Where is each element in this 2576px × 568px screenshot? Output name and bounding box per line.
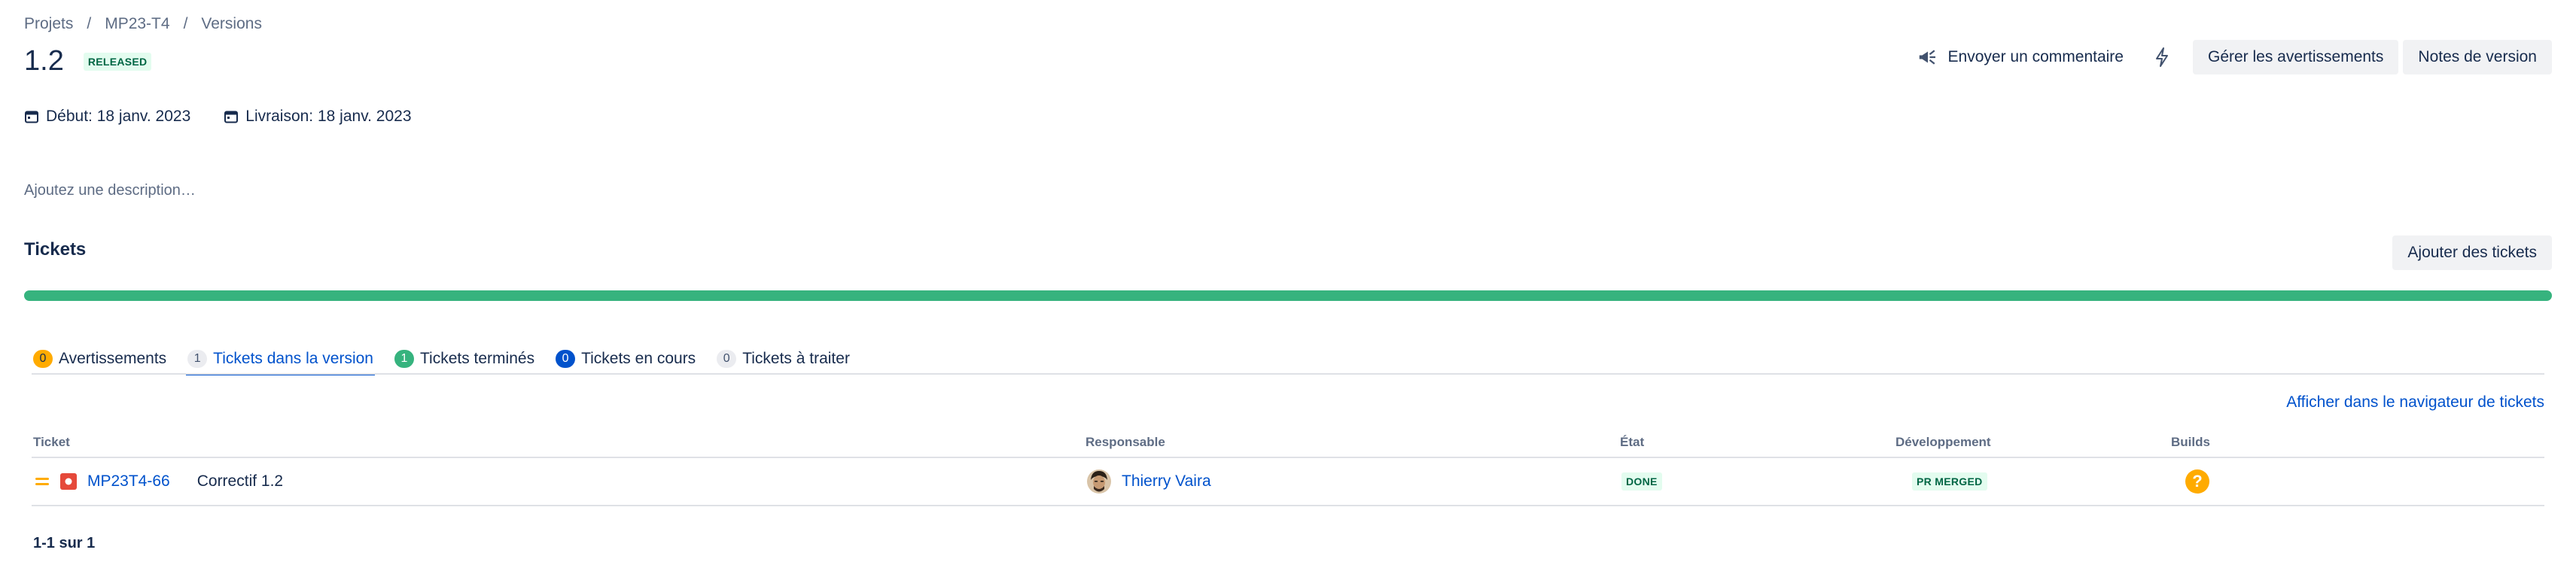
release-date-label: Livraison: 18 janv. 2023	[245, 108, 412, 125]
tabs-divider	[32, 373, 2544, 375]
tickets-heading: Tickets	[24, 239, 87, 260]
ticket-key-link[interactable]: MP23T4-66	[87, 472, 170, 491]
manage-warnings-button[interactable]: Gérer les avertissements	[2192, 40, 2399, 74]
issue-navigator-link[interactable]: Afficher dans le navigateur de tickets	[2286, 393, 2544, 412]
table-row: MP23T4-66 Correctif 1.2	[35, 459, 283, 504]
start-date-label: Début: 18 janv. 2023	[46, 108, 191, 125]
medium-priority-icon	[35, 478, 49, 485]
tab-label: Tickets dans la version	[213, 350, 373, 367]
status-cell: DONE	[1621, 459, 1662, 504]
tab-done-tickets[interactable]: 1 Tickets terminés	[393, 342, 536, 375]
lightning-icon	[2155, 47, 2168, 67]
release-notes-button[interactable]: Notes de version	[2403, 40, 2552, 74]
breadcrumb-versions[interactable]: Versions	[201, 15, 262, 33]
tab-in-progress-tickets[interactable]: 0 Tickets en cours	[554, 342, 697, 375]
breadcrumb-projects[interactable]: Projets	[24, 15, 73, 33]
column-header-ticket[interactable]: Ticket	[33, 435, 70, 450]
version-header: 1.2 RELEASED	[24, 45, 152, 77]
feedback-button[interactable]: Envoyer un commentaire	[1917, 46, 2124, 68]
tab-todo-tickets[interactable]: 0 Tickets à traiter	[715, 342, 851, 375]
add-tickets-button[interactable]: Ajouter des tickets	[2392, 235, 2552, 270]
tab-count: 1	[187, 350, 208, 368]
page-title: 1.2	[24, 45, 64, 77]
column-header-status[interactable]: État	[1620, 435, 1644, 450]
release-date[interactable]: Livraison: 18 janv. 2023	[224, 108, 412, 126]
calendar-icon	[224, 111, 239, 123]
description-field[interactable]: Ajoutez une description…	[24, 182, 196, 199]
tab-count: 0	[33, 350, 53, 368]
breadcrumb: Projets / MP23-T4 / Versions	[24, 15, 262, 33]
column-header-builds[interactable]: Builds	[2171, 435, 2210, 450]
tab-count: 1	[394, 350, 414, 368]
start-date[interactable]: Début: 18 janv. 2023	[24, 108, 190, 126]
tab-warnings[interactable]: 0 Avertissements	[32, 342, 168, 375]
table-header-divider	[32, 457, 2544, 458]
pr-merged-lozenge[interactable]: PR MERGED	[1912, 472, 1987, 491]
breadcrumb-project[interactable]: MP23-T4	[105, 15, 169, 33]
tab-label: Tickets terminés	[419, 350, 535, 367]
pagination-summary: 1-1 sur 1	[33, 535, 96, 551]
tab-count: 0	[556, 350, 576, 368]
progress-bar	[24, 290, 2552, 301]
status-lozenge: DONE	[1621, 472, 1662, 491]
ticket-summary[interactable]: Correctif 1.2	[197, 472, 283, 491]
table-row-divider	[32, 505, 2544, 506]
breadcrumb-separator: /	[87, 15, 92, 32]
avatar	[1087, 469, 1111, 494]
megaphone-icon	[1919, 50, 1935, 65]
tab-label: Tickets à traiter	[742, 350, 850, 367]
column-header-assignee[interactable]: Responsable	[1086, 435, 1165, 450]
development-cell: PR MERGED	[1912, 459, 1987, 504]
breadcrumb-separator: /	[183, 15, 188, 32]
tab-label: Avertissements	[59, 350, 167, 367]
tab-tickets-in-version[interactable]: 1 Tickets dans la version	[186, 342, 375, 375]
header-actions: Envoyer un commentaire Gérer les avertis…	[1917, 40, 2552, 74]
feedback-label: Envoyer un commentaire	[1947, 48, 2124, 65]
question-icon[interactable]: ?	[2185, 469, 2209, 494]
column-header-development[interactable]: Développement	[1895, 435, 1991, 450]
tab-label: Tickets en cours	[581, 350, 696, 367]
tab-count: 0	[717, 350, 737, 368]
calendar-icon	[25, 111, 38, 123]
builds-cell: ?	[2185, 459, 2209, 504]
version-dates: Début: 18 janv. 2023 Livraison: 18 janv.…	[24, 108, 445, 126]
assignee-link[interactable]: Thierry Vaira	[1122, 472, 1211, 491]
automation-button[interactable]	[2145, 40, 2179, 74]
assignee-cell: Thierry Vaira	[1087, 459, 1211, 504]
ticket-tabs: 0 Avertissements 1 Tickets dans la versi…	[32, 342, 869, 375]
status-badge: RELEASED	[83, 52, 152, 71]
bug-icon	[60, 473, 77, 490]
